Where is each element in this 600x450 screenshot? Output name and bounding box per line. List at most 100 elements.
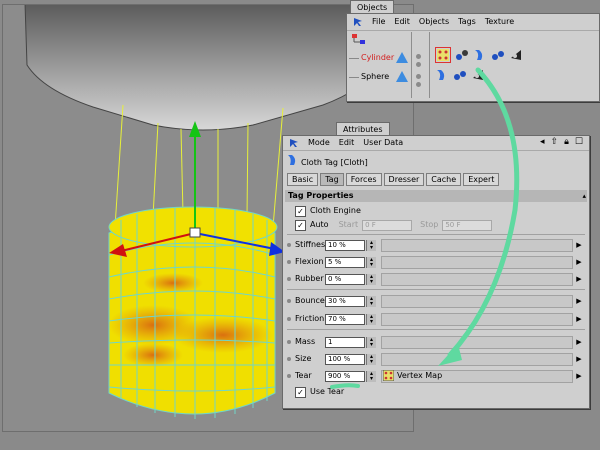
flexion-slot (381, 256, 573, 269)
rubber-spinner[interactable]: ▴ ▾ (366, 274, 376, 285)
back-icon[interactable]: ◂ (540, 137, 545, 147)
property-row-mass: Mass 1 ▴ ▾ ▶ (287, 335, 585, 349)
sphere-object-icon[interactable] (395, 70, 409, 84)
size-input[interactable]: 100 % (325, 354, 365, 365)
collider-tag-icon[interactable] (491, 48, 505, 62)
expand-arrow-icon[interactable]: ▶ (575, 296, 583, 306)
navigate-arrow-icon[interactable] (289, 138, 299, 148)
stop-label: Stop (420, 220, 439, 229)
property-row-flexion: Flexion 5 % ▴ ▾ ▶ (287, 255, 585, 269)
bounce-input[interactable]: 30 % (325, 296, 365, 307)
vertex-map-icon (382, 369, 395, 382)
hierarchy-icon[interactable] (351, 33, 367, 45)
mass-slot (381, 336, 573, 349)
property-label: Tear (295, 371, 312, 380)
tear-spinner[interactable]: ▴ ▾ (366, 371, 376, 382)
cloth-tag-icon (287, 154, 297, 171)
property-row-bounce: Bounce 30 % ▴ ▾ ▶ (287, 294, 585, 308)
auto-row: ✓ Auto Start 0 F Stop 50 F (295, 219, 493, 231)
tear-input[interactable]: 900 % (325, 371, 365, 382)
property-row-stiffness: Stiffness 10 % ▴ ▾ ▶ (287, 238, 585, 252)
tab-tag[interactable]: Tag (320, 173, 344, 186)
property-label: Rubber (295, 274, 324, 283)
use-tear-label: Use Tear (310, 387, 345, 396)
friction-spinner[interactable]: ▴ ▾ (366, 314, 376, 325)
tab-dresser[interactable]: Dresser (383, 173, 425, 186)
auto-label: Auto (310, 220, 329, 229)
property-label: Friction (295, 314, 325, 323)
cloth-engine-checkbox[interactable]: ✓ (295, 205, 306, 217)
sphere-object (24, 5, 386, 131)
stop-field[interactable]: 50 F (442, 219, 493, 231)
flexion-spinner[interactable]: ▴ ▾ (366, 257, 376, 268)
objects-panel: File Edit Objects Tags Texture Cylinder … (346, 13, 600, 102)
texture-tag-icon[interactable] (509, 48, 523, 62)
expand-arrow-icon[interactable]: ▶ (575, 257, 583, 267)
use-tear-checkbox[interactable]: ✓ (295, 386, 306, 398)
tab-forces[interactable]: Forces (345, 173, 382, 186)
mass-input[interactable]: 1 (325, 337, 365, 348)
tab-basic[interactable]: Basic (287, 173, 319, 186)
menu-objects[interactable]: Objects (419, 15, 449, 29)
attribute-tabs: Basic Tag Forces Dresser Cache Expert (287, 173, 500, 186)
auto-checkbox[interactable]: ✓ (295, 219, 306, 231)
cloth-nurbs-tag-icon[interactable] (455, 48, 469, 62)
scroll-up-icon[interactable]: ▴ (582, 192, 586, 200)
cloth-engine-row: ✓ Cloth Engine (295, 205, 361, 217)
sphere-collider-tag-icon[interactable] (453, 68, 467, 82)
start-label: Start (338, 220, 359, 229)
expand-arrow-icon[interactable]: ▶ (575, 240, 583, 250)
tab-cache[interactable]: Cache (426, 173, 462, 186)
start-field[interactable]: 0 F (362, 219, 413, 231)
property-row-rubber: Rubber 0 % ▴ ▾ ▶ (287, 272, 585, 286)
mass-spinner[interactable]: ▴ ▾ (366, 337, 376, 348)
property-label: Mass (295, 337, 316, 346)
objects-menubar: File Edit Objects Tags Texture (347, 14, 599, 31)
vertex-map-tag-icon[interactable] (435, 47, 451, 63)
rubber-slot (381, 273, 573, 286)
sphere-cloth-tag-icon[interactable] (435, 68, 449, 82)
expand-arrow-icon[interactable]: ▶ (575, 314, 583, 324)
cloth-tag-icon[interactable] (473, 48, 487, 62)
size-slot (381, 353, 573, 366)
section-header: Tag Properties (285, 190, 587, 202)
lock-icon[interactable]: 🔒︎ (564, 137, 569, 147)
menu-user-data[interactable]: User Data (363, 136, 403, 150)
cylinder-object (108, 206, 278, 419)
tab-expert[interactable]: Expert (463, 173, 500, 186)
flexion-input[interactable]: 5 % (325, 257, 365, 268)
menu-file[interactable]: File (372, 15, 385, 29)
expand-arrow-icon[interactable]: ▶ (575, 274, 583, 284)
menu-texture[interactable]: Texture (485, 15, 514, 29)
attributes-toolbar: Mode Edit User Data ◂ ⇧ 🔒︎ ☐ (283, 136, 589, 151)
property-row-tear: Tear 900 % ▴ ▾ Vertex Map ▶ (287, 369, 585, 383)
stiffness-spinner[interactable]: ▴ ▾ (366, 240, 376, 251)
friction-slot (381, 313, 573, 326)
object-cylinder[interactable]: Cylinder (361, 52, 394, 64)
rubber-input[interactable]: 0 % (325, 274, 365, 285)
stiffness-input[interactable]: 10 % (325, 240, 365, 251)
menu-edit[interactable]: Edit (394, 15, 410, 29)
property-row-friction: Friction 70 % ▴ ▾ ▶ (287, 312, 585, 326)
bounce-spinner[interactable]: ▴ ▾ (366, 296, 376, 307)
vertex-map-label: Vertex Map (397, 371, 443, 380)
settings-icon[interactable]: ☐ (575, 137, 583, 147)
bounce-slot (381, 295, 573, 308)
object-sphere[interactable]: Sphere (361, 71, 389, 83)
menu-edit[interactable]: Edit (339, 136, 355, 150)
expand-arrow-icon[interactable]: ▶ (575, 371, 583, 381)
menu-tags[interactable]: Tags (458, 15, 476, 29)
tag-title: Cloth Tag [Cloth] (287, 154, 368, 171)
up-arrow-icon[interactable]: ⇧ (551, 137, 559, 147)
expand-arrow-icon[interactable]: ▶ (575, 337, 583, 347)
sphere-texture-tag-icon[interactable] (471, 68, 485, 82)
attributes-panel: Mode Edit User Data ◂ ⇧ 🔒︎ ☐ Cloth Tag [… (282, 135, 590, 409)
navigate-arrow-icon[interactable] (353, 17, 363, 27)
stiffness-slot (381, 239, 573, 252)
cylinder-object-icon[interactable] (395, 51, 409, 65)
property-label: Bounce (295, 296, 325, 305)
friction-input[interactable]: 70 % (325, 314, 365, 325)
expand-arrow-icon[interactable]: ▶ (575, 354, 583, 364)
menu-mode[interactable]: Mode (308, 136, 330, 150)
size-spinner[interactable]: ▴ ▾ (366, 354, 376, 365)
